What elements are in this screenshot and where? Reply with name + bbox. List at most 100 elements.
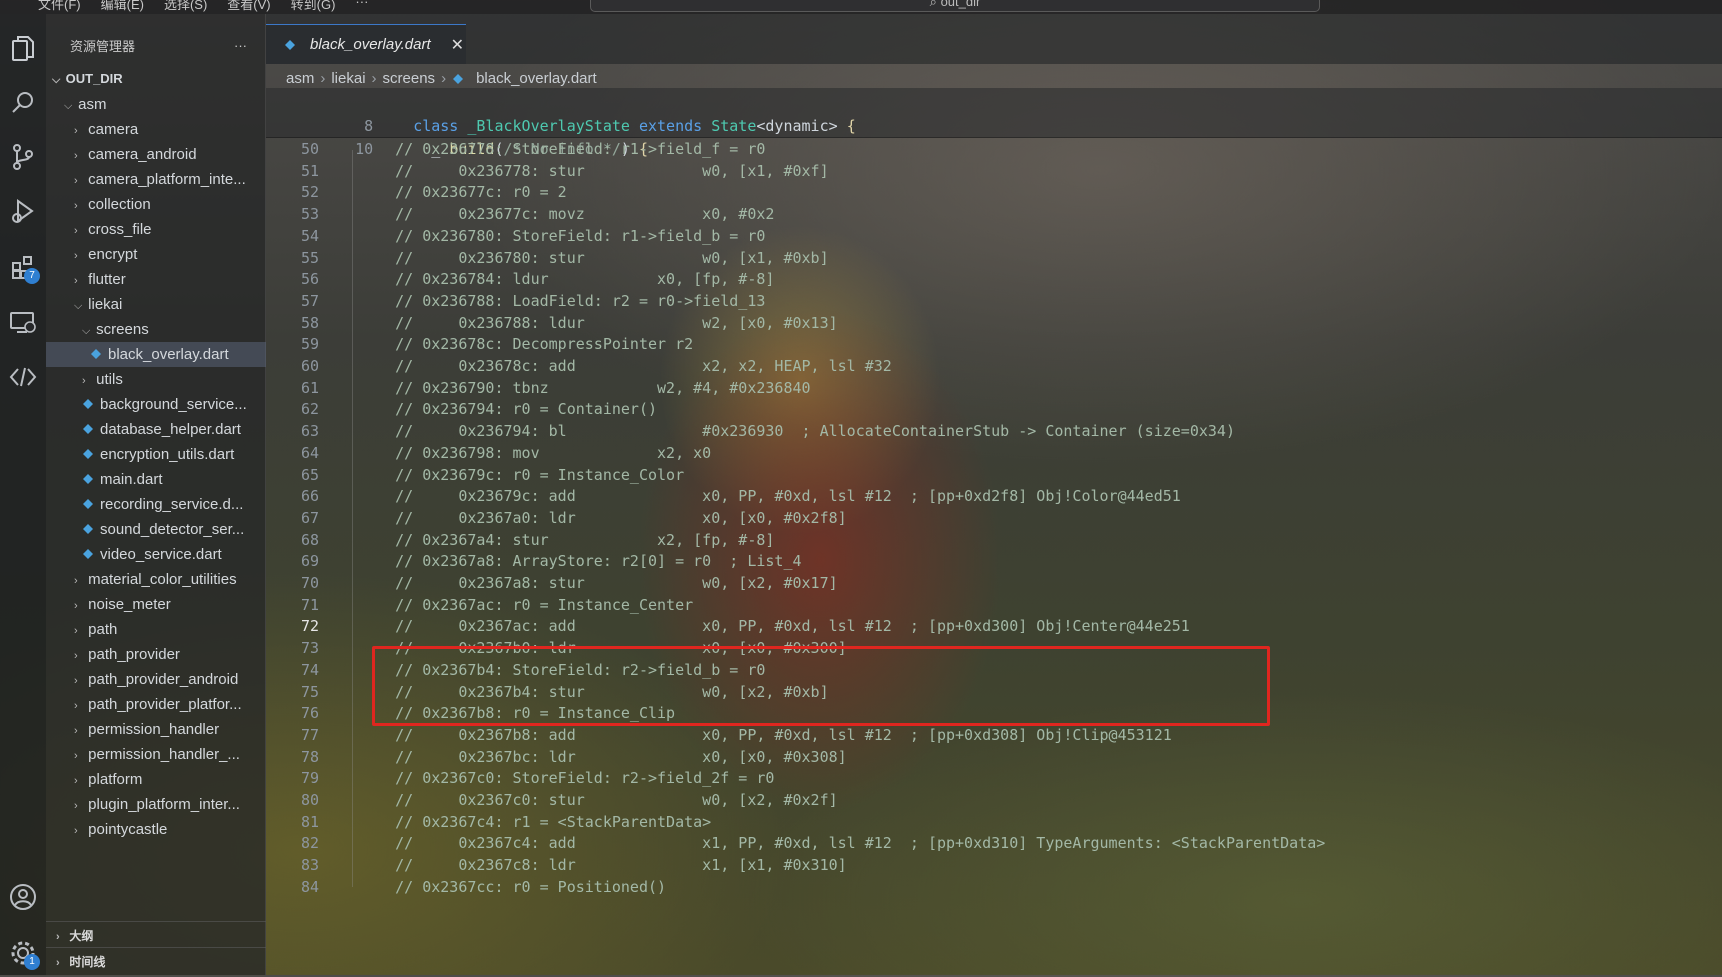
tree-file-item[interactable]: encryption_utils.dart — [46, 442, 266, 467]
code-line[interactable]: 83 // 0x2367c8: ldr x1, [x1, #0x310] — [266, 853, 847, 877]
code-text: // 0x2367c4: add x1, PP, #0xd, lsl #12 ;… — [359, 834, 1326, 853]
code-line[interactable]: 82 // 0x2367c4: add x1, PP, #0xd, lsl #1… — [266, 831, 1325, 855]
code-line[interactable]: 53 // 0x23677c: movz x0, #0x2 — [266, 202, 774, 226]
line-number: 74 — [300, 660, 319, 679]
menu-more[interactable]: ··· — [355, 0, 368, 13]
code-line[interactable]: 84 // 0x2367cc: r0 = Positioned() — [266, 875, 666, 899]
close-icon[interactable]: ✕ — [451, 35, 464, 55]
tree-folder-item[interactable]: › path — [46, 617, 266, 642]
tree-folder-item[interactable]: › noise_meter — [46, 592, 266, 617]
tree-file-item[interactable]: black_overlay.dart — [46, 342, 266, 367]
outline-section[interactable]: › 大纲 — [46, 921, 266, 949]
code-text: // 0x2367c0: stur w0, [x2, #0x2f] — [359, 791, 838, 809]
tree-file-item[interactable]: main.dart — [46, 467, 266, 492]
tree-file-item[interactable]: database_helper.dart — [46, 417, 266, 442]
sticky-scroll[interactable]: 8 class _BlackOverlayState extends State<… — [266, 88, 1722, 158]
menu-view[interactable]: 查看(V) — [227, 0, 270, 13]
tree-folder-item[interactable]: › utils — [46, 367, 266, 392]
code-line[interactable]: 72 // 0x2367ac: add x0, PP, #0xd, lsl #1… — [266, 614, 1190, 638]
breadcrumb-asm[interactable]: asm — [286, 70, 314, 87]
tree-folder-item[interactable]: ⌵ screens — [46, 317, 266, 342]
tree-folder-item[interactable]: › camera — [46, 117, 266, 142]
tree-folder-item[interactable]: › pointycastle — [46, 817, 266, 842]
code-line[interactable]: 52 // 0x23677c: r0 = 2 — [266, 180, 567, 204]
code-icon[interactable] — [0, 354, 46, 400]
tree-folder-item[interactable]: › plugin_platform_inter... — [46, 792, 266, 817]
code-line[interactable]: 77 // 0x2367b8: add x0, PP, #0xd, lsl #1… — [266, 723, 1172, 747]
code-line[interactable]: 59 // 0x23678c: DecompressPointer r2 — [266, 332, 693, 356]
code-line[interactable]: 79 // 0x2367c0: StoreField: r2->field_2f… — [266, 766, 774, 790]
code-line[interactable]: 65 // 0x23679c: r0 = Instance_Color — [266, 463, 684, 487]
code-line[interactable]: 57 // 0x236788: LoadField: r2 = r0->fiel… — [266, 289, 765, 313]
tree-folder-item[interactable]: ⌵ asm — [46, 92, 266, 117]
tree-folder-item[interactable]: › permission_handler — [46, 717, 266, 742]
tree-item-label: flutter — [88, 271, 126, 288]
menu-go[interactable]: 转到(G) — [291, 0, 336, 13]
tree-folder-item[interactable]: › platform — [46, 767, 266, 792]
code-line[interactable]: 61 // 0x236790: tbnz w2, #4, #0x236840 — [266, 376, 811, 400]
tree-folder-item[interactable]: › permission_handler_... — [46, 742, 266, 767]
code-line[interactable]: 62 // 0x236794: r0 = Container() — [266, 397, 657, 421]
menu-selection[interactable]: 选择(S) — [164, 0, 207, 13]
code-line[interactable]: 54 // 0x236780: StoreField: r1->field_b … — [266, 224, 765, 248]
account-icon[interactable] — [0, 874, 46, 920]
remote-explorer-icon[interactable] — [0, 300, 46, 346]
command-center-search[interactable]: ⌕ out_dir — [590, 0, 1320, 12]
code-line[interactable]: 56 // 0x236784: ldur x0, [fp, #-8] — [266, 267, 774, 291]
tree-root[interactable]: ⌵ OUT_DIR — [46, 66, 266, 91]
tree-folder-item[interactable]: › material_color_utilities — [46, 567, 266, 592]
sticky-line-class[interactable]: 8 class _BlackOverlayState extends State<… — [266, 90, 856, 135]
tree-folder-item[interactable]: › collection — [46, 192, 266, 217]
explorer-more-button[interactable]: ··· — [234, 38, 247, 53]
settings-gear-icon[interactable]: 1 — [0, 930, 46, 976]
tree-item-label: background_service... — [100, 396, 247, 413]
extensions-icon[interactable]: 7 — [0, 244, 46, 290]
tree-folder-item[interactable]: › path_provider_platfor... — [46, 692, 266, 717]
breadcrumb: asm › liekai › screens › black_overlay.dart — [286, 70, 597, 87]
tree-item-label: camera — [88, 121, 139, 138]
settings-badge: 1 — [24, 954, 40, 970]
tree-file-item[interactable]: sound_detector_ser... — [46, 517, 266, 542]
code-text: // 0x23677c: r0 = 2 — [359, 183, 567, 202]
code-line[interactable]: 81 // 0x2367c4: r1 = <StackParentData> — [266, 810, 711, 834]
tree-folder-item[interactable]: › camera_platform_inte... — [46, 167, 266, 192]
code-line[interactable]: 71 // 0x2367ac: r0 = Instance_Center — [266, 593, 693, 617]
code-line[interactable]: 66 // 0x23679c: add x0, PP, #0xd, lsl #1… — [266, 484, 1181, 508]
code-line[interactable]: 68 // 0x2367a4: stur x2, [fp, #-8] — [266, 528, 774, 552]
code-line[interactable]: 50 // 0x236778: StoreField: r1->field_f … — [266, 137, 765, 161]
code-line[interactable]: 78 // 0x2367bc: ldr x0, [x0, #0x308] — [266, 745, 847, 769]
code-line[interactable]: 51 // 0x236778: stur w0, [x1, #0xf] — [266, 159, 829, 183]
search-icon[interactable] — [0, 80, 46, 126]
code-line[interactable]: 60 // 0x23678c: add x2, x2, HEAP, lsl #3… — [266, 354, 892, 378]
code-line[interactable]: 55 // 0x236780: stur w0, [x1, #0xb] — [266, 246, 829, 270]
code-line[interactable]: 69 // 0x2367a8: ArrayStore: r2[0] = r0 ;… — [266, 549, 802, 573]
tree-file-item[interactable]: recording_service.d... — [46, 492, 266, 517]
type-args: <dynamic> — [756, 117, 838, 135]
code-line[interactable]: 63 // 0x236794: bl #0x236930 ; AllocateC… — [266, 419, 1235, 443]
explorer-icon[interactable] — [0, 26, 46, 72]
breadcrumb-file[interactable]: black_overlay.dart — [476, 70, 597, 87]
breadcrumb-screens[interactable]: screens — [383, 70, 436, 87]
code-line[interactable]: 67 // 0x2367a0: ldr x0, [x0, #0x2f8] — [266, 506, 847, 530]
tree-folder-item[interactable]: › path_provider_android — [46, 667, 266, 692]
run-debug-icon[interactable] — [0, 188, 46, 234]
tree-folder-item[interactable]: › camera_android — [46, 142, 266, 167]
timeline-section[interactable]: › 时间线 — [46, 947, 266, 975]
tree-file-item[interactable]: video_service.dart — [46, 542, 266, 567]
dart-file-icon — [83, 449, 93, 459]
sticky-line-build[interactable]: 10 _ build(/* No info */) { — [266, 113, 648, 158]
breadcrumb-liekai[interactable]: liekai — [331, 70, 365, 87]
tree-folder-item[interactable]: › path_provider — [46, 642, 266, 667]
code-line[interactable]: 64 // 0x236798: mov x2, x0 — [266, 441, 711, 465]
menu-edit[interactable]: 编辑(E) — [101, 0, 144, 13]
tree-file-item[interactable]: background_service... — [46, 392, 266, 417]
tab-black-overlay[interactable]: black_overlay.dart ✕ — [266, 24, 466, 64]
source-control-icon[interactable] — [0, 134, 46, 180]
tree-folder-item[interactable]: › flutter — [46, 267, 266, 292]
tree-folder-item[interactable]: › cross_file — [46, 217, 266, 242]
menu-file[interactable]: 文件(F) — [38, 0, 81, 13]
line-number: 66 — [300, 487, 319, 506]
code-editor[interactable]: 8 class _BlackOverlayState extends State<… — [266, 88, 1722, 975]
tree-folder-item[interactable]: › encrypt — [46, 242, 266, 267]
tree-folder-item[interactable]: ⌵ liekai — [46, 292, 266, 317]
